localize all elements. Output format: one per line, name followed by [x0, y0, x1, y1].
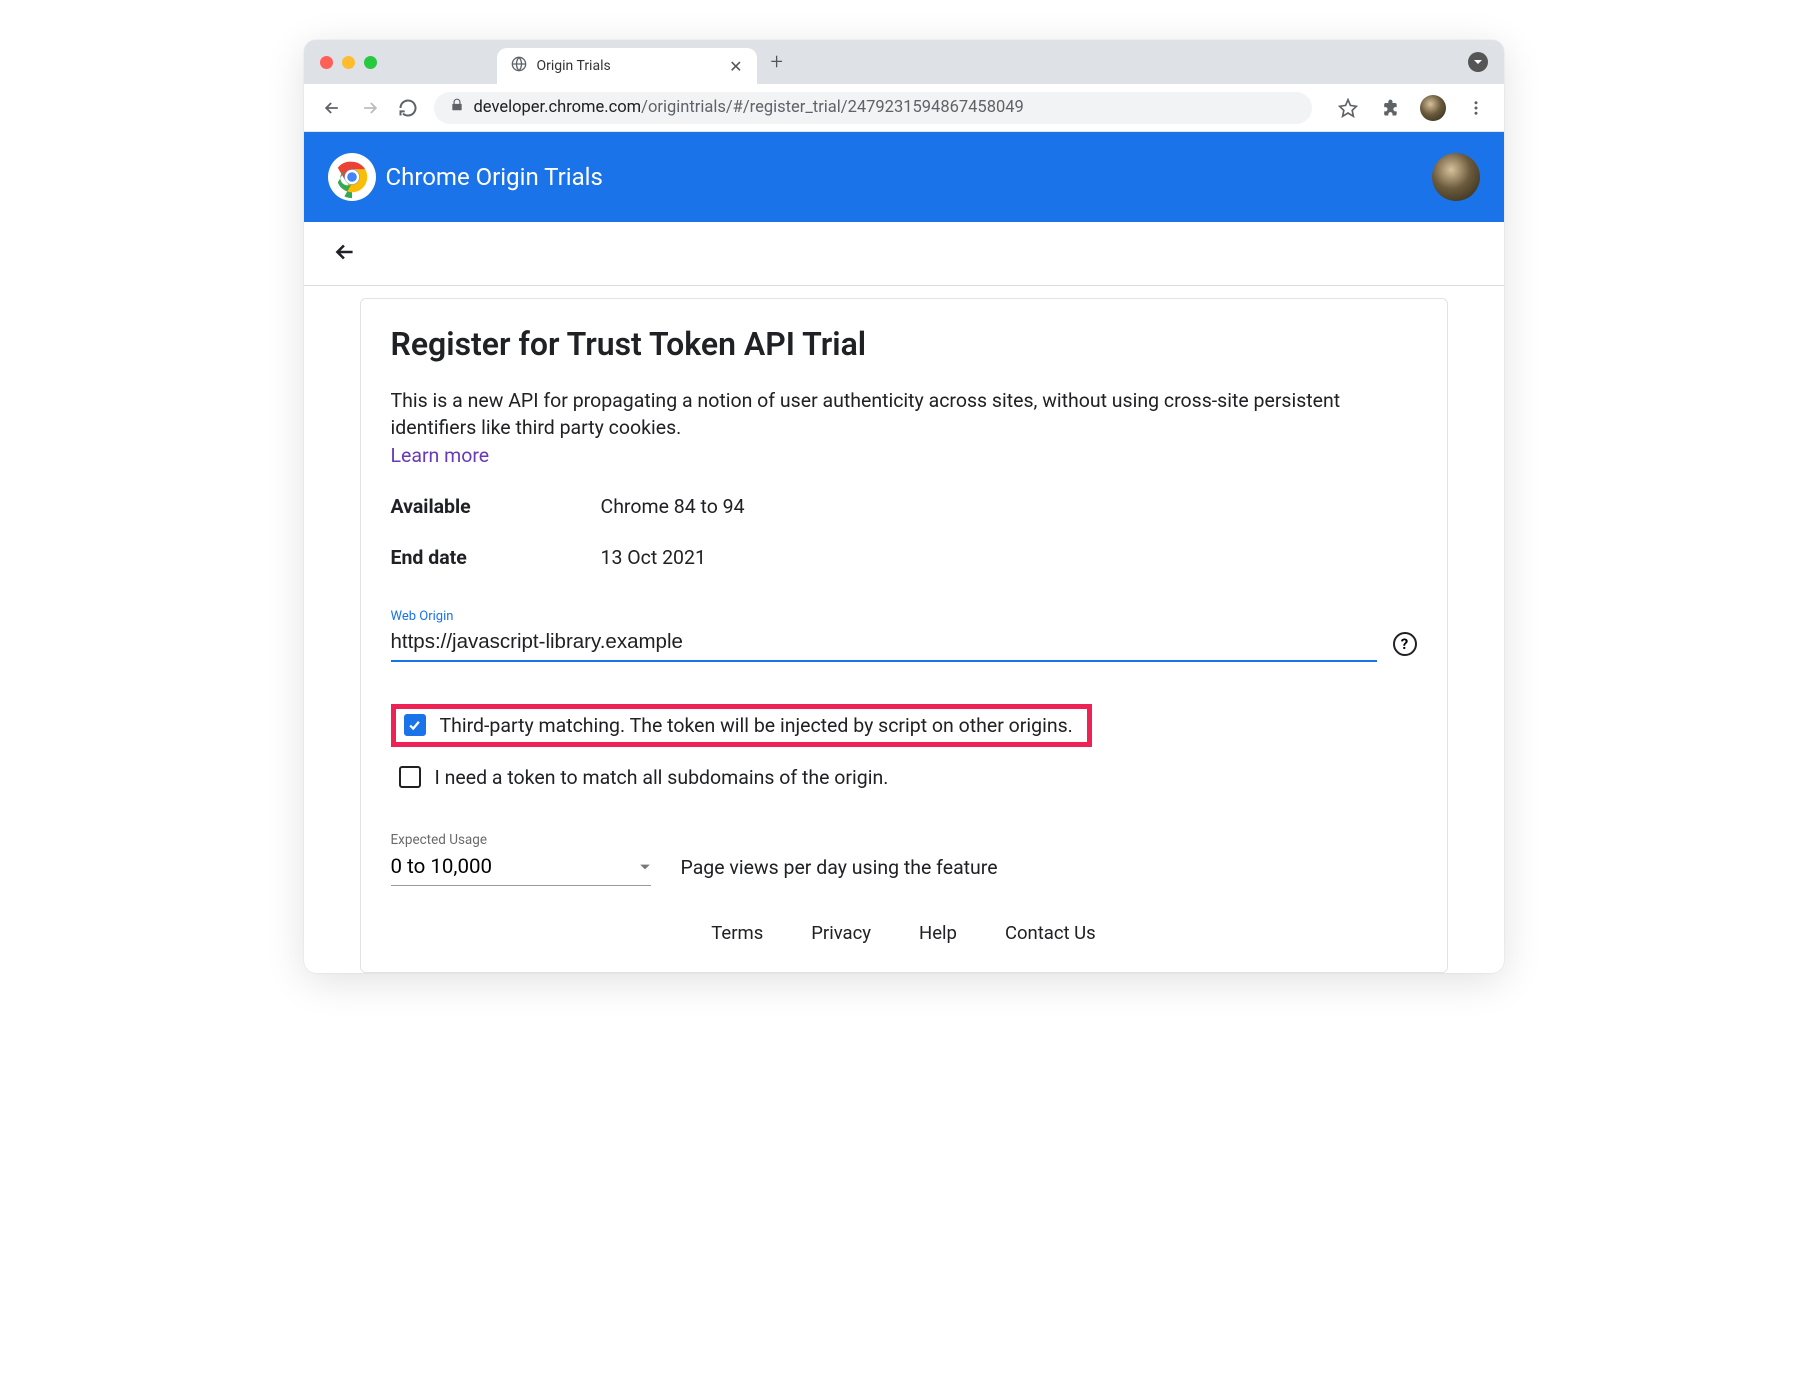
expected-usage-label: Expected Usage: [391, 832, 651, 848]
contact-link[interactable]: Contact Us: [1005, 922, 1096, 944]
maximize-window-button[interactable]: [364, 56, 377, 69]
web-origin-label: Web Origin: [391, 609, 1417, 624]
end-date-value: 13 Oct 2021: [601, 546, 706, 569]
lock-icon: [450, 98, 464, 117]
back-button[interactable]: [320, 96, 344, 120]
available-row: Available Chrome 84 to 94: [391, 495, 1417, 518]
expected-usage-value: 0 to 10,000: [391, 855, 493, 879]
chevron-down-icon: [639, 855, 651, 879]
star-icon[interactable]: [1336, 96, 1360, 120]
kebab-menu-icon[interactable]: [1464, 96, 1488, 120]
web-origin-input[interactable]: [391, 626, 1377, 662]
available-label: Available: [391, 495, 601, 518]
help-link[interactable]: Help: [919, 922, 957, 944]
expected-usage-select[interactable]: Expected Usage 0 to 10,000: [391, 832, 651, 886]
globe-icon: [511, 56, 527, 76]
close-window-button[interactable]: [320, 56, 333, 69]
forward-button[interactable]: [358, 96, 382, 120]
terms-link[interactable]: Terms: [711, 922, 763, 944]
account-menu-icon[interactable]: [1468, 52, 1488, 72]
browser-window: Origin Trials ✕ + developer.chrome.com/o…: [304, 40, 1504, 973]
titlebar-right: [1468, 52, 1488, 72]
new-tab-button[interactable]: +: [771, 50, 783, 75]
page-back-button[interactable]: [332, 239, 358, 269]
learn-more-link[interactable]: Learn more: [391, 444, 490, 467]
reload-button[interactable]: [396, 96, 420, 120]
chrome-logo-icon: [328, 153, 376, 201]
url-field[interactable]: developer.chrome.com/origintrials/#/regi…: [434, 92, 1312, 124]
subdomain-checkbox-row[interactable]: I need a token to match all subdomains o…: [391, 761, 1417, 794]
app-title: Chrome Origin Trials: [386, 163, 603, 191]
extensions-icon[interactable]: [1378, 96, 1402, 120]
end-date-label: End date: [391, 546, 601, 569]
expected-usage-section: Expected Usage 0 to 10,000 Page views pe…: [391, 832, 1417, 886]
app-header: Chrome Origin Trials: [304, 132, 1504, 222]
third-party-label: Third-party matching. The token will be …: [440, 714, 1073, 737]
address-bar: developer.chrome.com/origintrials/#/regi…: [304, 84, 1504, 132]
titlebar: Origin Trials ✕ +: [304, 40, 1504, 84]
profile-avatar-small[interactable]: [1420, 95, 1446, 121]
close-tab-button[interactable]: ✕: [729, 57, 742, 76]
subheader: [304, 222, 1504, 286]
expected-usage-description: Page views per day using the feature: [681, 856, 998, 886]
third-party-checkbox-row[interactable]: Third-party matching. The token will be …: [391, 704, 1092, 747]
registration-card: Register for Trust Token API Trial This …: [360, 298, 1448, 973]
subdomain-checkbox[interactable]: [399, 766, 421, 788]
help-icon[interactable]: ?: [1393, 632, 1417, 656]
toolbar-icons: [1336, 95, 1488, 121]
window-controls: [320, 56, 377, 69]
end-date-row: End date 13 Oct 2021: [391, 546, 1417, 569]
subdomain-label: I need a token to match all subdomains o…: [435, 766, 889, 789]
privacy-link[interactable]: Privacy: [811, 922, 871, 944]
tab-title: Origin Trials: [537, 58, 611, 74]
trial-description: This is a new API for propagating a noti…: [391, 387, 1417, 442]
profile-avatar-large[interactable]: [1432, 153, 1480, 201]
url-text: developer.chrome.com/origintrials/#/regi…: [474, 98, 1024, 117]
web-origin-field: Web Origin ?: [391, 609, 1417, 662]
minimize-window-button[interactable]: [342, 56, 355, 69]
page-title: Register for Trust Token API Trial: [391, 325, 1417, 363]
browser-tab[interactable]: Origin Trials ✕: [497, 48, 757, 84]
footer-links: Terms Privacy Help Contact Us: [391, 922, 1417, 952]
available-value: Chrome 84 to 94: [601, 495, 745, 518]
third-party-checkbox[interactable]: [404, 714, 426, 736]
content-area: Register for Trust Token API Trial This …: [304, 286, 1504, 973]
